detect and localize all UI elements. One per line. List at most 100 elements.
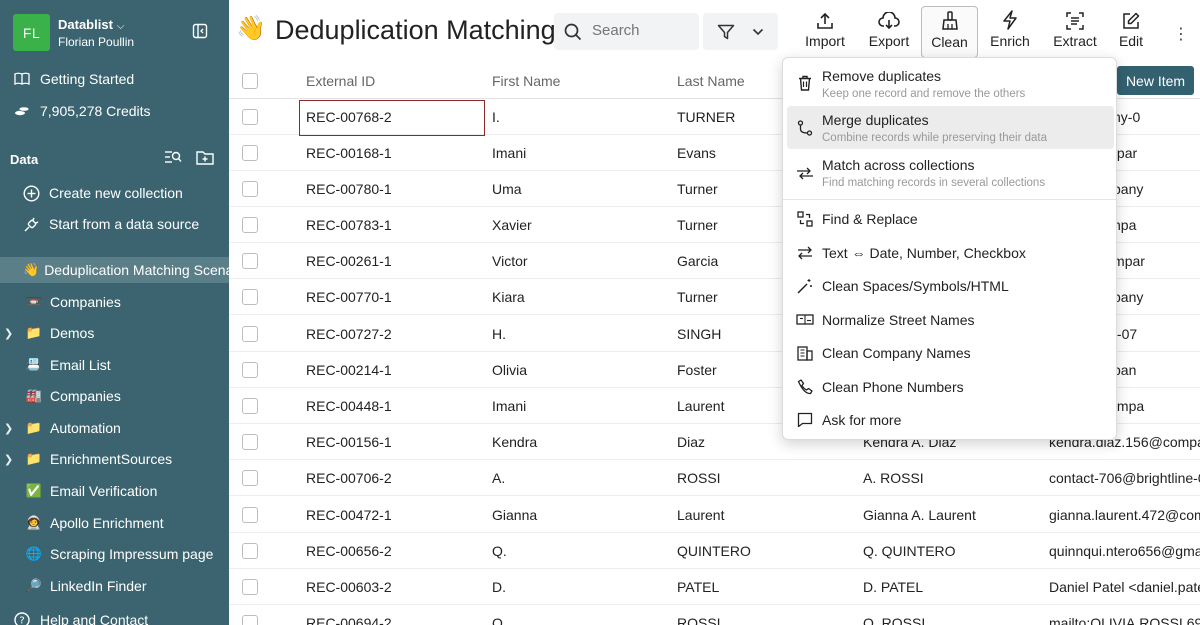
cell-first-name[interactable]: Kendra — [492, 434, 537, 450]
sidebar-collapse-icon[interactable] — [192, 23, 208, 39]
cell-last-name[interactable]: SINGH — [677, 326, 721, 342]
cell-last-name[interactable]: ROSSI — [677, 470, 721, 486]
cell-full-name[interactable]: O. ROSSI — [863, 615, 925, 625]
cell-first-name[interactable]: Kiara — [492, 289, 525, 305]
folder-enrichment-sources[interactable]: ❯ 📁 EnrichmentSources — [0, 446, 229, 472]
row-checkbox[interactable] — [242, 470, 258, 486]
menu-item-ask-for-more[interactable]: Ask for more — [787, 404, 1114, 436]
filter-button[interactable] — [703, 13, 778, 50]
collection-companies-2[interactable]: 🏭 Companies — [0, 383, 229, 409]
collection-scraping-impressum[interactable]: 🌐 Scraping Impressum page — [0, 541, 229, 567]
table-row[interactable]: REC-00603-2 D. PATEL D. PATEL Daniel Patel <… — [229, 569, 1200, 605]
cell-email[interactable]: mailto:OLIVIA.ROSSI.694@ — [1049, 615, 1200, 625]
sidebar-item-credits[interactable]: 7,905,278 Credits — [0, 98, 229, 124]
row-checkbox[interactable] — [242, 543, 258, 559]
cell-email[interactable]: quinnqui.ntero656@gmail. — [1049, 543, 1200, 559]
export-button[interactable]: Export — [863, 8, 915, 54]
cell-first-name[interactable]: Imani — [492, 398, 526, 414]
cell-external-id[interactable]: REC-00656-2 — [306, 543, 392, 559]
column-header-external-id[interactable]: External ID — [306, 73, 375, 89]
search-list-icon[interactable] — [164, 149, 182, 165]
enrich-button[interactable]: Enrich — [986, 8, 1034, 54]
cell-first-name[interactable]: Xavier — [492, 217, 532, 233]
cell-external-id[interactable]: REC-00694-2 — [306, 615, 392, 625]
menu-item-normalize-streets[interactable]: Normalize Street Names — [787, 304, 1114, 336]
cell-external-id[interactable]: REC-00770-1 — [306, 289, 392, 305]
cell-email[interactable]: contact-706@brightline-0 — [1049, 470, 1200, 486]
menu-item-clean-phone-numbers[interactable]: Clean Phone Numbers — [787, 371, 1114, 403]
collection-dedup-scenarios[interactable]: 👋 Deduplication Matching Scenarios — [0, 257, 229, 283]
page-title[interactable]: Deduplication Matching — [275, 15, 556, 46]
cell-first-name[interactable]: H. — [492, 326, 506, 342]
extract-button[interactable]: Extract — [1050, 8, 1100, 54]
clean-button[interactable]: Clean — [921, 6, 978, 58]
row-checkbox[interactable] — [242, 181, 258, 197]
cell-external-id[interactable]: REC-00156-1 — [306, 434, 392, 450]
cell-first-name[interactable]: Victor — [492, 253, 528, 269]
cell-last-name[interactable]: Foster — [677, 362, 717, 378]
create-collection-button[interactable]: Create new collection — [0, 180, 229, 206]
cell-external-id[interactable]: REC-00783-1 — [306, 217, 392, 233]
cell-external-id[interactable]: REC-00168-1 — [306, 145, 392, 161]
cell-external-id[interactable]: REC-00472-1 — [306, 507, 392, 523]
select-all-checkbox[interactable] — [242, 73, 258, 89]
folder-demos[interactable]: ❯ 📁 Demos — [0, 320, 229, 346]
chevron-right-icon[interactable]: ❯ — [4, 453, 13, 466]
cell-first-name[interactable]: Q. — [492, 543, 507, 559]
row-checkbox[interactable] — [242, 326, 258, 342]
row-checkbox[interactable] — [242, 579, 258, 595]
search-input[interactable] — [592, 22, 692, 39]
cell-external-id[interactable]: REC-00603-2 — [306, 579, 392, 595]
sidebar-item-getting-started[interactable]: Getting Started — [0, 66, 229, 92]
cell-first-name[interactable]: Gianna — [492, 507, 537, 523]
cell-full-name[interactable]: Q. QUINTERO — [863, 543, 956, 559]
row-checkbox[interactable] — [242, 615, 258, 625]
table-row[interactable]: REC-00706-2 A. ROSSI A. ROSSI contact-706@br… — [229, 460, 1200, 496]
cell-external-id[interactable]: REC-00727-2 — [306, 326, 392, 342]
table-row[interactable]: REC-00694-2 O. ROSSI O. ROSSI mailto:OLIVIA.… — [229, 605, 1200, 625]
collection-apollo-enrichment[interactable]: 🧑‍🚀 Apollo Enrichment — [0, 510, 229, 536]
cell-last-name[interactable]: QUINTERO — [677, 543, 751, 559]
row-checkbox[interactable] — [242, 145, 258, 161]
row-checkbox[interactable] — [242, 434, 258, 450]
cell-last-name[interactable]: Laurent — [677, 398, 724, 414]
menu-item-remove-duplicates[interactable]: Remove duplicates Keep one record and re… — [787, 61, 1114, 104]
cell-first-name[interactable]: Uma — [492, 181, 522, 197]
collection-email-verification[interactable]: ✅ Email Verification — [0, 478, 229, 504]
menu-item-merge-duplicates[interactable]: Merge duplicates Combine records while p… — [787, 106, 1114, 149]
table-row[interactable]: REC-00472-1 Gianna Laurent Gianna A. Lauren… — [229, 497, 1200, 533]
menu-item-clean-spaces[interactable]: Clean Spaces/Symbols/HTML — [787, 270, 1114, 302]
cell-email[interactable]: gianna.laurent.472@comp — [1049, 507, 1200, 523]
import-button[interactable]: Import — [800, 8, 850, 54]
cell-last-name[interactable]: ROSSI — [677, 615, 721, 625]
menu-item-match-across-collections[interactable]: Match across collections Find matching r… — [787, 151, 1114, 194]
cell-last-name[interactable]: TURNER — [677, 109, 735, 125]
column-header-first-name[interactable]: First Name — [492, 73, 560, 89]
cell-last-name[interactable]: Evans — [677, 145, 716, 161]
cell-external-id[interactable]: REC-00448-1 — [306, 398, 392, 414]
cell-first-name[interactable]: O. — [492, 615, 507, 625]
folder-automation[interactable]: ❯ 📁 Automation — [0, 415, 229, 441]
cell-last-name[interactable]: Garcia — [677, 253, 718, 269]
cell-external-id[interactable]: REC-00706-2 — [306, 470, 392, 486]
cell-external-id[interactable]: REC-00261-1 — [306, 253, 392, 269]
cell-external-id[interactable]: REC-00214-1 — [306, 362, 392, 378]
collection-email-list[interactable]: 📇 Email List — [0, 352, 229, 378]
table-row[interactable]: REC-00656-2 Q. QUINTERO Q. QUINTERO quinnqui… — [229, 533, 1200, 569]
cell-external-id[interactable]: REC-00768-2 — [306, 109, 392, 125]
row-checkbox[interactable] — [242, 217, 258, 233]
cell-last-name[interactable]: Turner — [677, 289, 718, 305]
row-checkbox[interactable] — [242, 109, 258, 125]
cell-full-name[interactable]: A. ROSSI — [863, 470, 924, 486]
cell-external-id[interactable]: REC-00780-1 — [306, 181, 392, 197]
cell-first-name[interactable]: A. — [492, 470, 505, 486]
cell-full-name[interactable]: D. PATEL — [863, 579, 923, 595]
row-checkbox[interactable] — [242, 289, 258, 305]
cell-last-name[interactable]: Turner — [677, 181, 718, 197]
more-vertical-icon[interactable]: ⋮ — [1173, 24, 1189, 44]
row-checkbox[interactable] — [242, 507, 258, 523]
row-checkbox[interactable] — [242, 362, 258, 378]
add-folder-icon[interactable] — [196, 149, 214, 165]
search-box[interactable] — [554, 13, 699, 50]
workspace-name-row[interactable]: Datablist ⌵ — [58, 17, 125, 32]
